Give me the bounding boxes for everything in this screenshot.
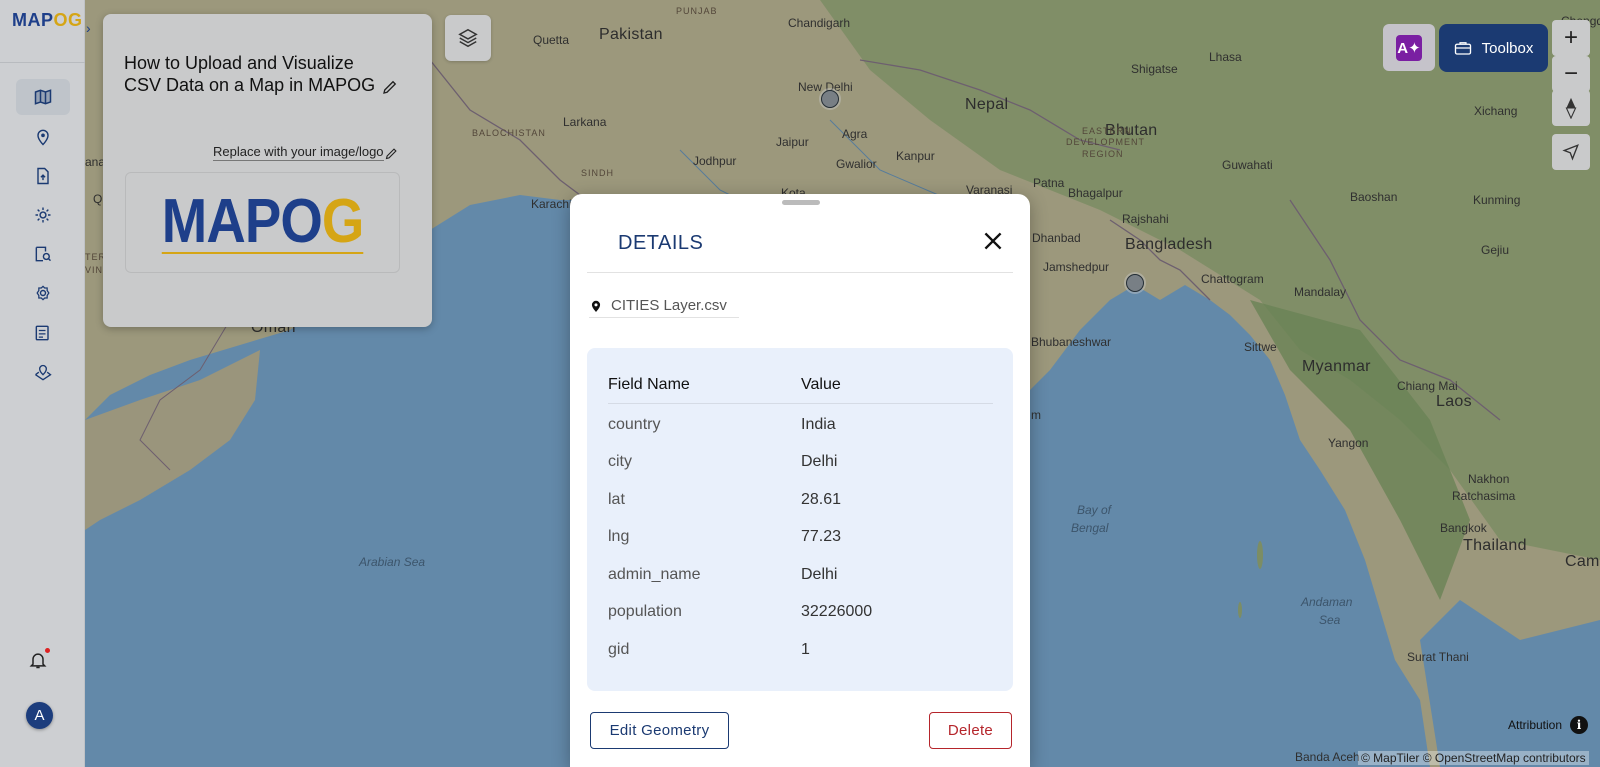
drag-handle[interactable] xyxy=(782,200,820,205)
table-header: Field Name Value xyxy=(608,372,993,404)
toolbox-button[interactable]: Toolbox xyxy=(1439,24,1548,72)
field-name: country xyxy=(608,416,661,433)
field-name: city xyxy=(608,453,632,470)
delete-button[interactable]: Delete xyxy=(929,712,1012,749)
field-value: Delhi xyxy=(801,566,838,583)
map-title: How to Upload and Visualize CSV Data on … xyxy=(124,53,376,95)
details-divider xyxy=(587,272,1013,273)
feature-details-panel: DETAILS CITIES Layer.csv Field Name Valu… xyxy=(570,194,1030,767)
bell-icon xyxy=(29,653,47,669)
info-icon[interactable]: i xyxy=(1570,716,1588,734)
field-value: 1 xyxy=(801,641,810,658)
sidebar-item-process[interactable] xyxy=(16,197,70,233)
layer-source: CITIES Layer.csv xyxy=(589,294,739,318)
table-row: lat 28.61 xyxy=(608,491,993,515)
notifications-button[interactable] xyxy=(28,648,50,675)
ai-sparkle-icon: A✦ xyxy=(1396,34,1422,61)
replace-logo-link[interactable]: Replace with your image/logo xyxy=(213,144,384,161)
sidebar-item-map[interactable] xyxy=(16,79,70,115)
left-sidebar: MAPOG A xyxy=(0,0,85,767)
briefcase-icon xyxy=(1454,42,1471,55)
navigation-arrow-icon xyxy=(1562,144,1579,161)
field-value: 28.61 xyxy=(801,491,842,508)
field-value: 77.23 xyxy=(801,528,842,545)
zoom-in-button[interactable]: + xyxy=(1552,20,1590,56)
map-copyright: © MapTiler © OpenStreetMap contributors xyxy=(1358,751,1589,765)
compass-needle-icon xyxy=(1565,97,1577,119)
custom-logo-box[interactable]: MAPOG xyxy=(125,172,400,273)
header-field-name: Field Name xyxy=(608,376,690,393)
sidebar-item-places[interactable] xyxy=(16,119,70,155)
details-title: DETAILS xyxy=(618,232,704,254)
map-marker-layers-icon xyxy=(35,364,52,381)
locate-me-button[interactable] xyxy=(1552,134,1590,170)
layers-icon xyxy=(458,28,478,48)
close-icon[interactable] xyxy=(980,228,1006,254)
table-row: admin_name Delhi xyxy=(608,566,993,590)
compass-reset-north-button[interactable] xyxy=(1552,90,1590,126)
ai-assistant-button[interactable]: A✦ xyxy=(1383,24,1435,71)
table-row: country India xyxy=(608,416,993,440)
field-name: population xyxy=(608,603,682,620)
layer-name: CITIES Layer.csv xyxy=(611,297,727,314)
location-pin-icon xyxy=(37,129,49,146)
field-name: lat xyxy=(608,491,625,508)
sidebar-item-settings[interactable] xyxy=(16,275,70,311)
sidebar-item-layers[interactable] xyxy=(16,355,70,391)
edit-geometry-button[interactable]: Edit Geometry xyxy=(590,712,729,749)
field-name: admin_name xyxy=(608,566,701,583)
header-value: Value xyxy=(801,376,841,393)
edit-logo-pencil-icon[interactable] xyxy=(384,146,399,161)
table-row: gid 1 xyxy=(608,641,993,665)
sidebar-item-upload[interactable] xyxy=(16,158,70,194)
user-avatar[interactable]: A xyxy=(26,702,53,729)
sidebar-item-reports[interactable] xyxy=(16,315,70,351)
location-pin-icon xyxy=(591,300,601,312)
table-row: city Delhi xyxy=(608,453,993,477)
toolbox-label: Toolbox xyxy=(1481,39,1534,57)
edit-title-pencil-icon[interactable] xyxy=(381,78,399,96)
sidebar-divider xyxy=(0,62,85,63)
field-name: lng xyxy=(608,528,630,545)
field-name: gid xyxy=(608,641,630,658)
field-value: Delhi xyxy=(801,453,838,470)
gear-icon xyxy=(35,207,51,223)
field-value: India xyxy=(801,416,836,433)
attribute-table: Field Name Value country India city Delh… xyxy=(587,348,1013,691)
map-icon xyxy=(34,89,52,105)
map-search-icon xyxy=(35,246,52,262)
table-row: lng 77.23 xyxy=(608,528,993,552)
mapog-logo: MAPOG xyxy=(161,186,364,256)
settings-cog-icon xyxy=(36,285,50,301)
zoom-out-button[interactable]: − xyxy=(1552,56,1590,92)
table-row: population 32226000 xyxy=(608,603,993,627)
upload-file-icon xyxy=(37,167,49,185)
notification-badge xyxy=(45,648,50,653)
report-list-icon xyxy=(35,325,49,341)
attribution-label[interactable]: Attribution xyxy=(1508,718,1562,732)
expand-sidebar-chevron-icon[interactable]: › xyxy=(86,20,100,40)
sidebar-item-analysis[interactable] xyxy=(16,236,70,272)
field-value: 32226000 xyxy=(801,603,873,620)
layers-toggle-button[interactable] xyxy=(445,15,491,61)
map-info-card: How to Upload and Visualize CSV Data on … xyxy=(103,14,432,327)
app-logo[interactable]: MAPOG xyxy=(12,10,83,31)
